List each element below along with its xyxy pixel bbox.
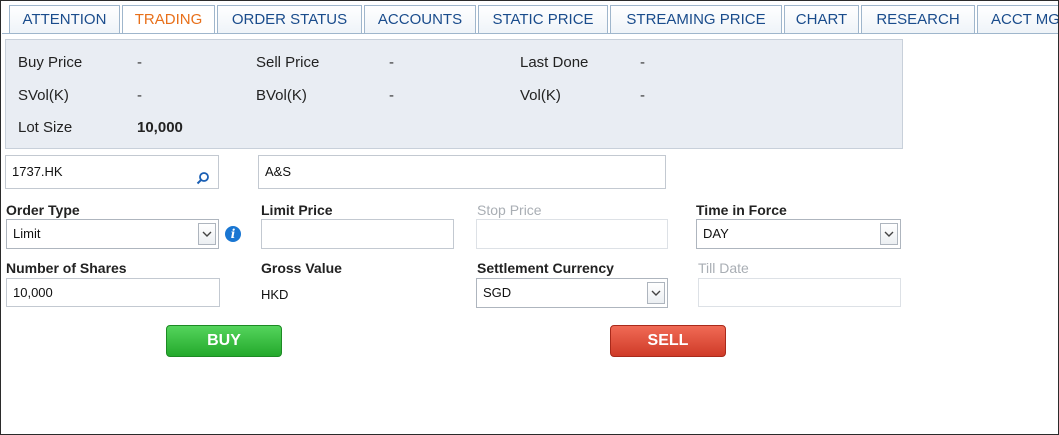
till-date-label: Till Date xyxy=(698,260,749,276)
tab-acct-mgmt[interactable]: ACCT MG xyxy=(977,5,1058,33)
symbol-code: 1737.HK xyxy=(12,164,63,179)
sell-price-label: Sell Price xyxy=(256,54,320,71)
sell-button[interactable]: SELL xyxy=(610,325,726,357)
chevron-down-icon[interactable] xyxy=(198,223,216,245)
symbol-input[interactable]: 1737.HK xyxy=(5,155,219,189)
stock-name: A&S xyxy=(265,164,292,179)
limit-price-input[interactable] xyxy=(261,219,454,249)
till-date-input xyxy=(698,278,901,307)
svol-label: SVol(K) xyxy=(18,87,69,104)
tab-accounts[interactable]: ACCOUNTS xyxy=(364,5,476,33)
tab-bar: ATTENTION TRADING ORDER STATUS ACCOUNTS … xyxy=(2,5,1058,34)
tab-research[interactable]: RESEARCH xyxy=(861,5,975,33)
last-done-label: Last Done xyxy=(520,54,589,71)
time-in-force-value: DAY xyxy=(703,226,729,241)
svol-value: - xyxy=(137,87,142,104)
vol-label: Vol(K) xyxy=(520,87,561,104)
tab-trading[interactable]: TRADING xyxy=(122,5,215,33)
chevron-down-icon[interactable] xyxy=(880,223,898,245)
info-icon[interactable]: i xyxy=(225,226,241,242)
tab-streaming-price[interactable]: STREAMING PRICE xyxy=(610,5,782,33)
bvol-value: - xyxy=(389,87,394,104)
tab-chart[interactable]: CHART xyxy=(784,5,859,33)
quote-panel: Buy Price - Sell Price - Last Done - SVo… xyxy=(5,39,903,149)
trading-panel: ATTENTION TRADING ORDER STATUS ACCOUNTS … xyxy=(0,0,1059,435)
number-of-shares-value: 10,000 xyxy=(13,285,53,300)
stock-name-field: A&S xyxy=(258,155,666,189)
number-of-shares-label: Number of Shares xyxy=(6,260,127,276)
tab-attention[interactable]: ATTENTION xyxy=(9,5,120,33)
order-type-select[interactable]: Limit xyxy=(6,219,219,249)
buy-button[interactable]: BUY xyxy=(166,325,282,357)
settlement-currency-label: Settlement Currency xyxy=(477,260,614,276)
time-in-force-select[interactable]: DAY xyxy=(696,219,901,249)
buy-price-label: Buy Price xyxy=(18,54,83,71)
limit-price-label: Limit Price xyxy=(261,202,333,218)
tab-static-price[interactable]: STATIC PRICE xyxy=(478,5,608,33)
search-icon[interactable] xyxy=(196,165,210,185)
gross-value-label: Gross Value xyxy=(261,260,342,276)
stop-price-input xyxy=(476,219,668,249)
order-type-value: Limit xyxy=(13,226,41,241)
settlement-currency-select[interactable]: SGD xyxy=(476,278,668,308)
chevron-down-icon[interactable] xyxy=(647,282,665,304)
tab-order-status[interactable]: ORDER STATUS xyxy=(217,5,362,33)
vol-value: - xyxy=(640,87,645,104)
lot-size-label: Lot Size xyxy=(18,119,73,136)
gross-value: HKD xyxy=(261,287,289,302)
lot-size-value: 10,000 xyxy=(137,119,183,136)
stop-price-label: Stop Price xyxy=(477,202,542,218)
last-done-value: - xyxy=(640,54,645,71)
order-type-label: Order Type xyxy=(6,202,80,218)
time-in-force-label: Time in Force xyxy=(696,202,787,218)
sell-price-value: - xyxy=(389,54,394,71)
buy-price-value: - xyxy=(137,54,142,71)
bvol-label: BVol(K) xyxy=(256,87,307,104)
settlement-currency-value: SGD xyxy=(483,285,512,300)
number-of-shares-input[interactable]: 10,000 xyxy=(6,278,220,307)
